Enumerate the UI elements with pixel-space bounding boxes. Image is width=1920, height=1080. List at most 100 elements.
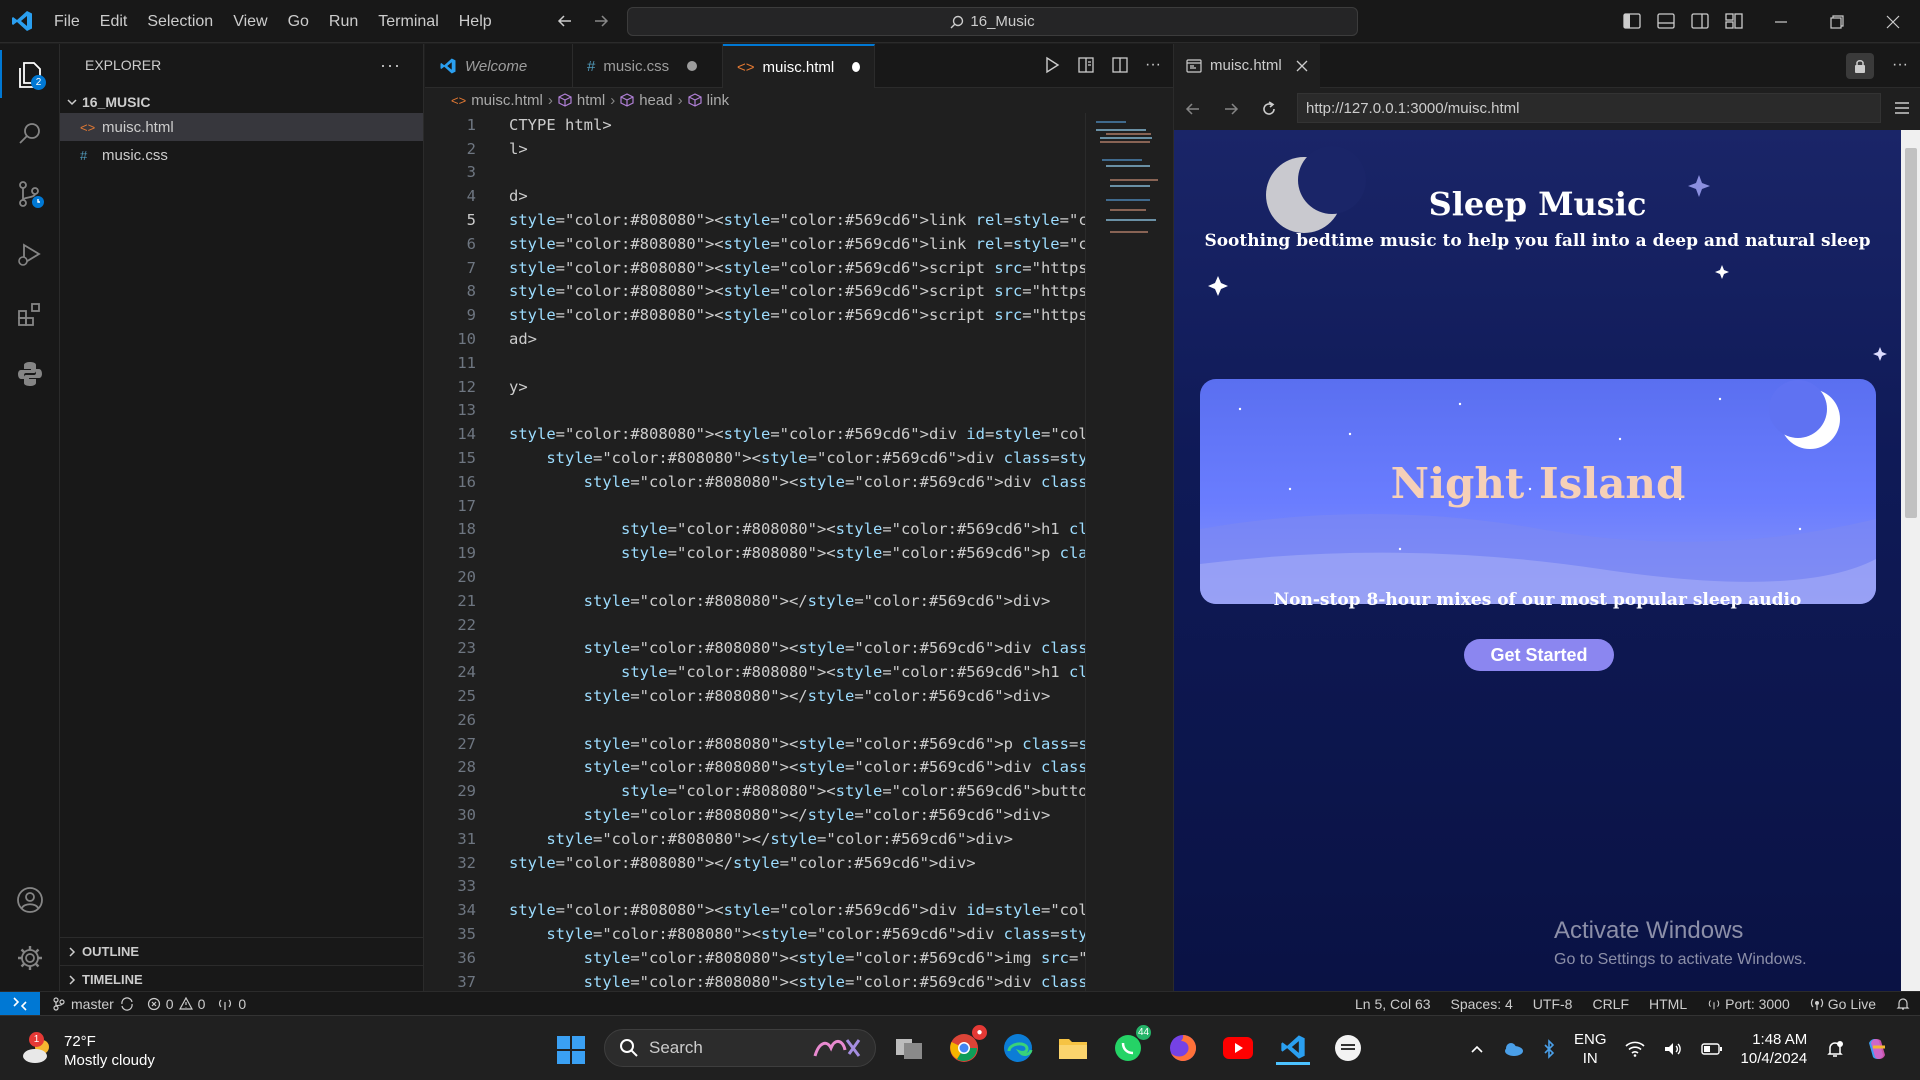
code-line[interactable]: 7 style="color:#808080"><style="color:#56… [425,256,1085,280]
code-line[interactable]: 6 style="color:#808080"><style="color:#56… [425,232,1085,256]
code-line[interactable]: 8 style="color:#808080"><style="color:#56… [425,280,1085,304]
code-line[interactable]: 33 [425,875,1085,899]
source-control-icon[interactable] [12,176,48,212]
code-line[interactable]: 36 style="color:#808080"><style="color:#… [425,946,1085,970]
close-icon[interactable] [1865,15,1920,29]
forward-arrow-icon[interactable] [592,12,610,30]
timeline-panel-header[interactable]: TIMELINE [60,965,423,993]
manage-gear-icon[interactable] [12,940,48,976]
more-actions-icon[interactable]: ··· [1145,56,1161,74]
run-play-icon[interactable] [1043,56,1061,74]
menu-file[interactable]: File [54,13,80,31]
toggle-sidebar-icon[interactable] [1622,11,1642,31]
taskbar-search[interactable]: Search [604,1029,876,1067]
firefox-icon[interactable] [1166,1031,1200,1065]
code-line[interactable]: 28 style="color:#808080"><style="color:#… [425,756,1085,780]
code-line[interactable]: 27 style="color:#808080"><style="color:#… [425,732,1085,756]
outline-panel-header[interactable]: OUTLINE [60,937,423,965]
wifi-icon[interactable] [1624,1041,1645,1057]
volume-icon[interactable] [1663,1041,1683,1057]
menu-go[interactable]: Go [288,13,309,31]
get-started-button[interactable]: Get Started [1464,639,1614,671]
accounts-icon[interactable] [12,882,48,918]
page-scrollbar[interactable] [1901,130,1920,991]
breadcrumb-item[interactable]: link [707,92,730,109]
line-ending[interactable]: CRLF [1592,996,1629,1012]
more-actions-icon[interactable]: ··· [380,55,401,76]
code-line[interactable]: 14 style="color:#808080"><style="color:#5… [425,422,1085,446]
forward-arrow-icon[interactable] [1222,100,1240,118]
menu-help[interactable]: Help [459,13,492,31]
go-live-button[interactable]: Go Live [1810,996,1876,1012]
edge-icon[interactable] [1001,1031,1035,1065]
tab-welcome[interactable]: Welcome [425,44,573,88]
folder-root[interactable]: 16_MUSIC [60,91,423,113]
reload-icon[interactable] [1260,100,1278,118]
code-line[interactable]: 31 style="color:#808080"></style="color:… [425,827,1085,851]
breadcrumb-item[interactable]: head [639,92,672,109]
code-line[interactable]: 3 [425,161,1085,185]
close-tab-icon[interactable] [1296,60,1308,72]
youtube-icon[interactable] [1221,1031,1255,1065]
code-line[interactable]: 30 style="color:#808080"></style="color:… [425,803,1085,827]
encoding[interactable]: UTF-8 [1533,996,1573,1012]
code-line[interactable]: 2 l> [425,137,1085,161]
weather-widget[interactable]: 1 72°F Mostly cloudy [20,1032,155,1070]
code-line[interactable]: 29 style="color:#808080"><style="color:#… [425,779,1085,803]
menu-selection[interactable]: Selection [147,13,213,31]
search-icon[interactable] [12,116,48,152]
code-line[interactable]: 22 [425,613,1085,637]
tab-browser-preview[interactable]: muisc.html [1174,43,1320,88]
menu-icon[interactable] [1894,101,1910,115]
code-line[interactable]: 21 style="color:#808080"></style="color:… [425,589,1085,613]
restore-icon[interactable] [1809,14,1865,29]
open-preview-icon[interactable] [1077,56,1095,74]
customize-layout-icon[interactable] [1724,11,1744,31]
chevron-up-icon[interactable] [1470,1044,1484,1054]
git-branch[interactable]: master [52,996,135,1012]
notifications-bell-icon[interactable] [1896,997,1910,1011]
code-line[interactable]: 24 style="color:#808080"><style="color:#… [425,660,1085,684]
whatsapp-icon[interactable]: 44 [1111,1025,1151,1065]
breadcrumb-item[interactable]: muisc.html [471,92,543,109]
battery-icon[interactable] [1700,1042,1723,1056]
code-line[interactable]: 35 style="color:#808080"><style="color:#… [425,922,1085,946]
menu-edit[interactable]: Edit [100,13,128,31]
explorer-icon[interactable]: 2 [0,50,48,98]
split-editor-icon[interactable] [1111,56,1129,74]
task-view-icon[interactable] [892,1031,926,1065]
url-bar[interactable]: http://127.0.0.1:3000/muisc.html [1297,93,1881,123]
code-line[interactable]: 18 style="color:#808080"><style="color:#… [425,518,1085,542]
run-and-debug-icon[interactable] [12,236,48,272]
vscode-taskbar-icon[interactable] [1276,1031,1310,1065]
code-line[interactable]: 23 style="color:#808080"><style="color:#… [425,637,1085,661]
more-actions-icon[interactable]: ··· [1892,56,1908,74]
sync-icon[interactable] [119,996,135,1011]
remote-indicator-icon[interactable] [0,991,40,1016]
toggle-panel-icon[interactable] [1656,11,1676,31]
file-item-music-css[interactable]: # music.css [60,141,423,169]
file-explorer-icon[interactable] [1056,1031,1090,1065]
tab-music-css[interactable]: # music.css [573,44,723,88]
copilot-icon[interactable] [1863,1035,1891,1063]
lock-icon[interactable] [1846,53,1874,79]
live-server-port[interactable]: Port: 3000 [1707,996,1790,1012]
code-line[interactable]: 19 style="color:#808080"><style="color:#… [425,541,1085,565]
code-line[interactable]: 26 [425,708,1085,732]
ports-indicator[interactable]: 0 [217,996,246,1012]
onedrive-cloud-icon[interactable] [1502,1041,1524,1057]
app-icon[interactable] [1331,1031,1365,1065]
code-line[interactable]: 34 style="color:#808080"><style="color:#5… [425,898,1085,922]
code-line[interactable]: 12 y> [425,375,1085,399]
code-line[interactable]: 10 ad> [425,327,1085,351]
tab-muisc-html[interactable]: <> muisc.html [723,44,875,88]
windows-start-icon[interactable] [556,1035,586,1065]
menu-view[interactable]: View [233,13,267,31]
indentation[interactable]: Spaces: 4 [1451,996,1513,1012]
menu-terminal[interactable]: Terminal [378,13,438,31]
code-line[interactable]: 32 style="color:#808080"></style="color:#… [425,851,1085,875]
breadcrumb-item[interactable]: html [577,92,605,109]
code-editor[interactable]: 1 CTYPE html> 2 l> 3 4 d> 5 style="color:#808080… [425,113,1085,991]
notification-icon[interactable] [1825,1039,1845,1059]
cursor-position[interactable]: Ln 5, Col 63 [1355,996,1431,1012]
